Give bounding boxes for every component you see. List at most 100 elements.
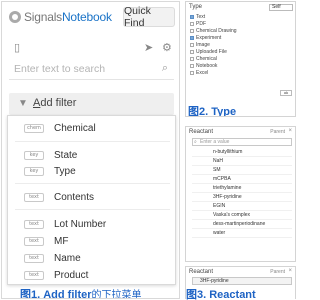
key-tag: key bbox=[24, 150, 44, 160]
filter-option-label: State bbox=[54, 149, 78, 161]
reactant-filter-panel: Reactant Parent × Enter a value ⌕ n-buty… bbox=[185, 126, 296, 262]
divider bbox=[15, 183, 170, 184]
figure-3-caption: 图3. Reactant bbox=[186, 289, 256, 300]
app-logo: Signals Notebook bbox=[9, 10, 112, 24]
type-option-label: Image bbox=[196, 41, 210, 48]
text-tag: text bbox=[24, 270, 44, 280]
filter-option-state[interactable]: key State bbox=[8, 147, 175, 163]
text-tag: text bbox=[24, 236, 44, 246]
reactant-option[interactable]: water bbox=[192, 229, 292, 238]
text-tag: text bbox=[24, 192, 44, 202]
filter-icon: ▼ bbox=[18, 98, 28, 109]
reactant-panel-title: Reactant bbox=[189, 129, 214, 135]
close-icon[interactable]: × bbox=[288, 268, 292, 274]
type-option[interactable]: Chemical Drawing bbox=[190, 27, 237, 34]
filter-option-label: Chemical bbox=[54, 122, 96, 134]
filter-option-label: Lot Number bbox=[54, 218, 107, 230]
type-option[interactable]: Text bbox=[190, 13, 205, 20]
figure-1-caption: 图1. Add filter的下拉菜单 bbox=[20, 286, 142, 299]
gear-icon[interactable]: ⚙ bbox=[162, 41, 172, 55]
type-option[interactable]: Image bbox=[190, 41, 210, 48]
filter-option-chemical[interactable]: chem Chemical bbox=[8, 120, 175, 136]
reactant-value-input[interactable]: Enter a value bbox=[192, 138, 292, 146]
checkbox-icon[interactable] bbox=[190, 35, 194, 40]
checkbox-icon[interactable] bbox=[190, 49, 194, 54]
reactant-option[interactable]: mCPBA bbox=[192, 175, 292, 184]
key-tag: key bbox=[24, 166, 44, 176]
top-bar: Signals Notebook Quick Find bbox=[2, 2, 179, 32]
type-filter-panel: Type Self Text PDF Chemical Drawing Expe… bbox=[185, 1, 296, 117]
text-tag: text bbox=[24, 219, 44, 229]
search-field[interactable]: Enter text to search ⌕ bbox=[9, 58, 174, 80]
type-option[interactable]: PDF bbox=[190, 20, 206, 27]
filter-option-label: Type bbox=[54, 165, 76, 177]
type-option-label: Uploaded File bbox=[196, 48, 227, 55]
quick-find-button[interactable]: Quick Find bbox=[123, 5, 175, 29]
ok-button[interactable]: ok bbox=[280, 90, 292, 96]
add-filter-label: Add filter bbox=[33, 97, 77, 109]
search-placeholder: Enter text to search bbox=[14, 63, 106, 75]
logo-text-prefix: Signals bbox=[24, 10, 62, 24]
reactant-option[interactable]: 3HF-pyridine bbox=[192, 193, 292, 202]
reactant-option[interactable]: SM bbox=[192, 166, 292, 175]
checkbox-icon[interactable] bbox=[190, 70, 194, 75]
type-option[interactable]: Chemical bbox=[190, 55, 217, 62]
reactant-option[interactable]: dess-martinperiodinane bbox=[192, 220, 292, 229]
type-option-label: Notebook bbox=[196, 62, 218, 69]
filter-option-label: Contents bbox=[54, 191, 95, 203]
reactant-option[interactable]: EGIN bbox=[192, 202, 292, 211]
checkbox-icon[interactable] bbox=[190, 14, 194, 19]
parent-label: Parent bbox=[270, 269, 285, 275]
pin-icon[interactable]: ➤ bbox=[144, 41, 153, 55]
filter-option-product[interactable]: text Product bbox=[8, 267, 175, 283]
reactant-option[interactable]: triethylamine bbox=[192, 184, 292, 193]
filter-option-type[interactable]: key Type bbox=[8, 163, 175, 179]
figure-1-caption-main: 图1. Add filter bbox=[20, 289, 92, 299]
signals-notebook-panel: Signals Notebook Quick Find ▯ ➤ ⚙ Enter t… bbox=[1, 1, 180, 299]
add-filter-button[interactable]: ▼ Add filter bbox=[9, 93, 174, 115]
reactant-panel-title: Reactant bbox=[189, 269, 214, 275]
logo-text-suffix: Notebook bbox=[61, 10, 112, 24]
checkbox-icon[interactable] bbox=[190, 28, 194, 33]
type-option-label: Experiment bbox=[196, 34, 222, 41]
filter-option-contents[interactable]: text Contents bbox=[8, 189, 175, 205]
type-option-label: Text bbox=[196, 13, 206, 20]
icon-toolbar: ▯ ➤ ⚙ bbox=[2, 38, 179, 58]
search-icon[interactable]: ⌕ bbox=[162, 62, 168, 75]
logo-icon bbox=[9, 11, 21, 23]
type-panel-title: Type bbox=[189, 4, 203, 10]
reactant-option[interactable]: n-butyllithium bbox=[192, 148, 292, 157]
text-tag: text bbox=[24, 253, 44, 263]
checkbox-icon[interactable] bbox=[190, 21, 194, 26]
filter-option-lot-number[interactable]: text Lot Number bbox=[8, 216, 175, 232]
checkbox-icon[interactable] bbox=[190, 56, 194, 61]
filter-option-name[interactable]: text Name bbox=[8, 250, 175, 266]
type-option[interactable]: Excel bbox=[190, 69, 208, 76]
divider bbox=[15, 141, 170, 142]
parent-label: Parent bbox=[270, 129, 285, 135]
type-option[interactable]: Uploaded File bbox=[190, 48, 227, 55]
type-option-label: Chemical Drawing bbox=[196, 27, 237, 34]
figure-1-caption-sub: 的下拉菜单 bbox=[91, 290, 142, 299]
checkbox-icon[interactable] bbox=[190, 63, 194, 68]
type-option[interactable]: Experiment bbox=[190, 34, 221, 41]
type-option-label: Chemical bbox=[196, 55, 217, 62]
type-option-label: PDF bbox=[196, 20, 206, 27]
close-icon[interactable]: × bbox=[288, 128, 292, 134]
book-icon[interactable]: ▯ bbox=[14, 41, 20, 55]
type-option[interactable]: Notebook bbox=[190, 62, 217, 69]
filter-dropdown-menu: chem Chemical key State key Type text Co… bbox=[7, 115, 176, 285]
divider bbox=[15, 209, 170, 210]
checkbox-icon[interactable] bbox=[190, 42, 194, 47]
filter-option-label: Product bbox=[54, 269, 89, 281]
filter-option-label: MF bbox=[54, 235, 69, 247]
reactant-option[interactable]: NaH bbox=[192, 157, 292, 166]
reactant-selected-value[interactable]: 3HF-pyridine bbox=[192, 277, 292, 285]
type-option-label: Excel bbox=[196, 69, 209, 76]
filter-option-label: Name bbox=[54, 252, 81, 264]
search-icon: ⌕ bbox=[194, 139, 197, 145]
chem-tag: chem bbox=[24, 123, 44, 133]
self-select[interactable]: Self bbox=[269, 4, 293, 11]
reactant-option[interactable]: Vaska's complex bbox=[192, 211, 292, 220]
filter-option-mf[interactable]: text MF bbox=[8, 233, 175, 249]
